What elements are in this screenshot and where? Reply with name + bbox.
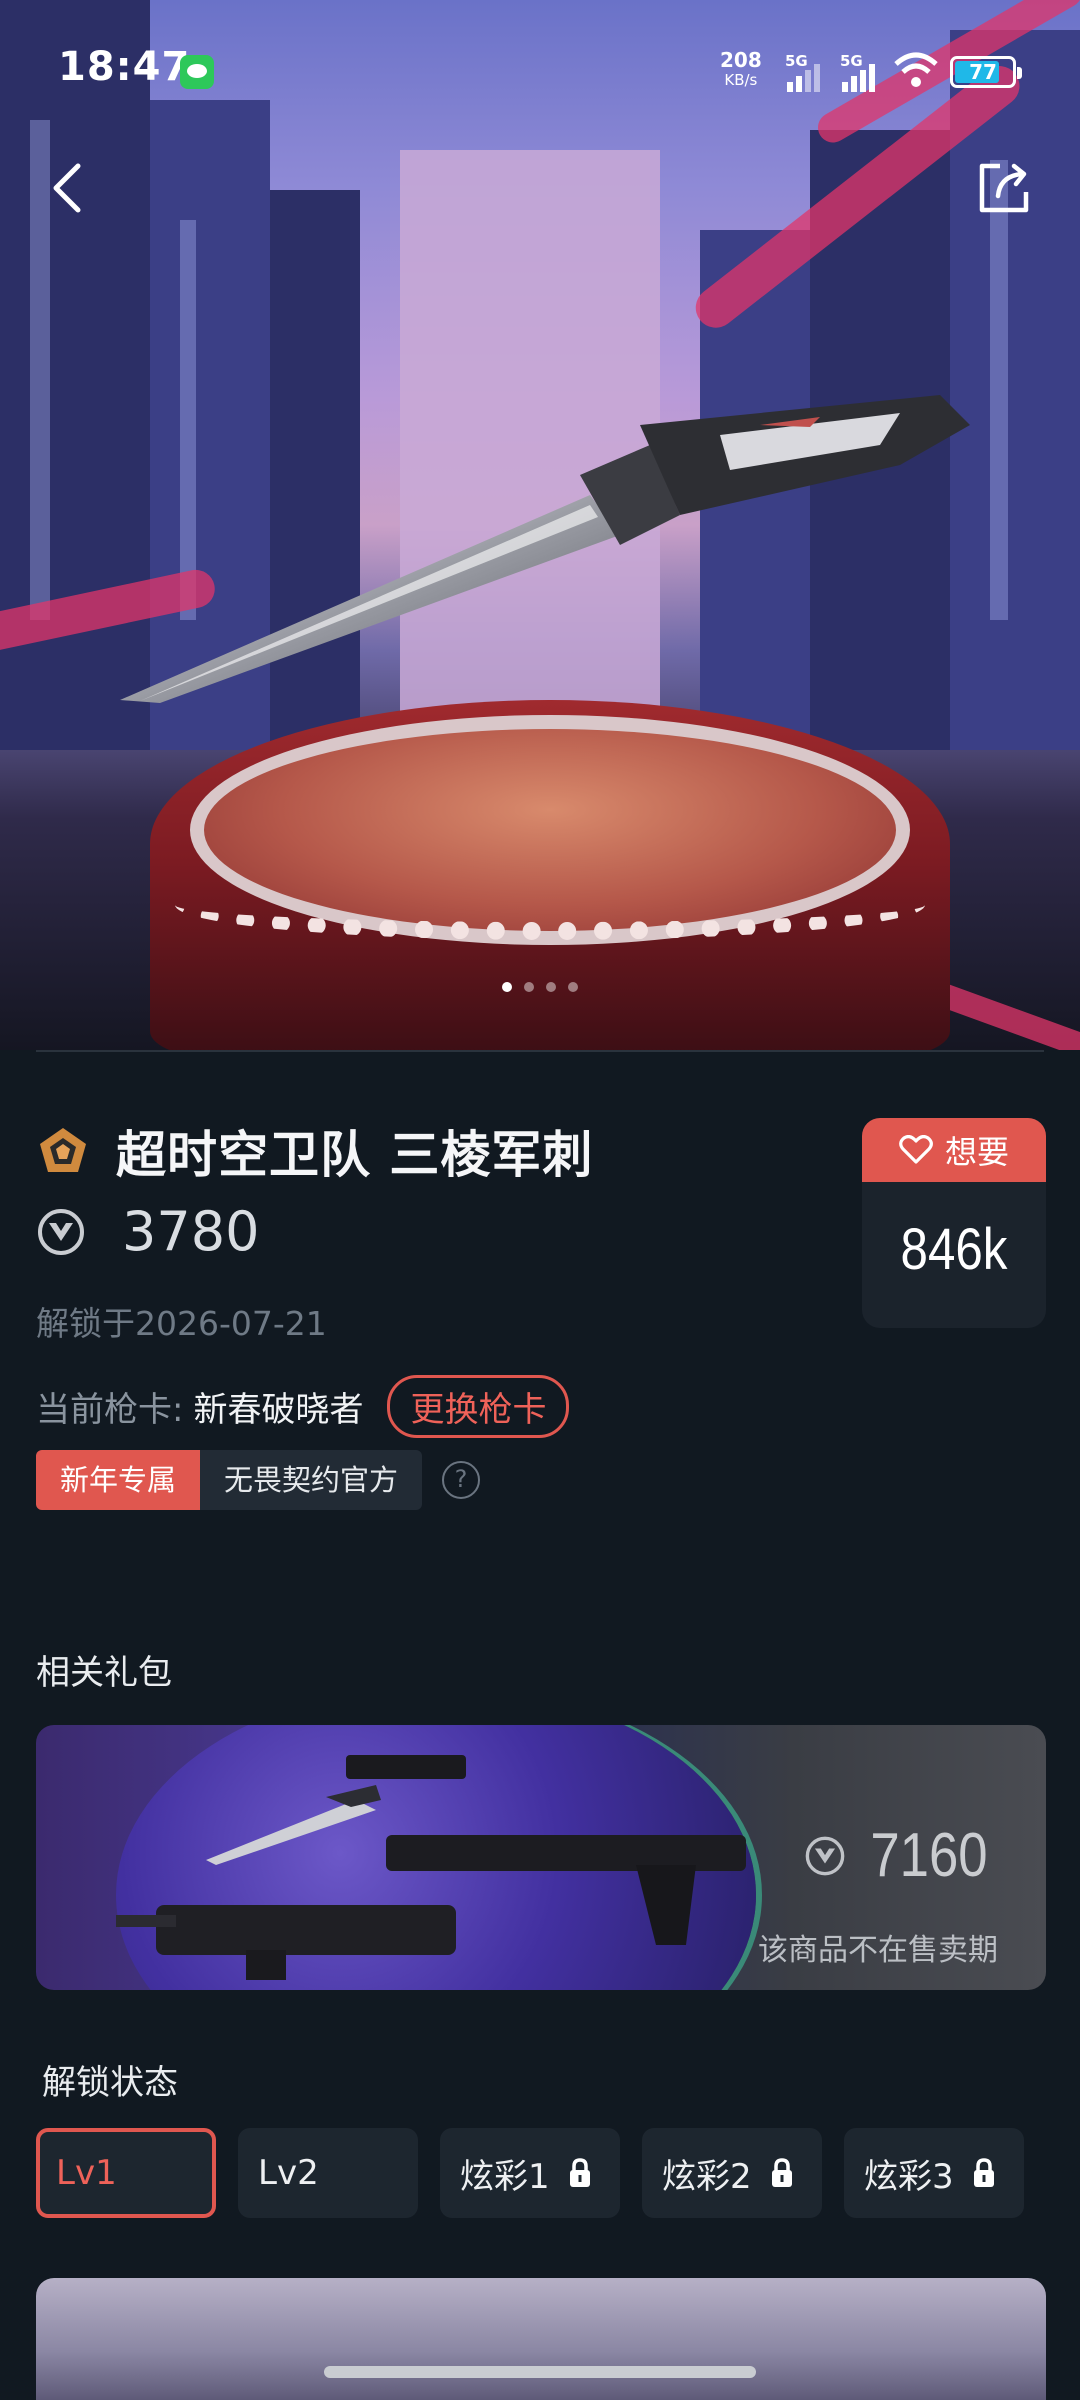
variant-preview-image bbox=[36, 2278, 1046, 2400]
want-card[interactable]: 想要 846k bbox=[862, 1118, 1046, 1328]
item-title-row: 超时空卫队 三棱军刺 bbox=[36, 1115, 593, 1187]
net-speed: 208 KB/s bbox=[720, 50, 762, 90]
carousel-dot[interactable] bbox=[502, 982, 512, 992]
home-indicator[interactable] bbox=[324, 2366, 756, 2378]
want-button[interactable]: 想要 bbox=[862, 1118, 1046, 1182]
valorant-points-icon bbox=[38, 1208, 84, 1255]
unlock-state-variant2[interactable]: 炫彩2 bbox=[642, 2128, 822, 2218]
wechat-icon bbox=[180, 55, 214, 89]
help-icon[interactable]: ? bbox=[442, 1461, 481, 1499]
unlock-state-label: 炫彩1 bbox=[460, 2156, 550, 2197]
unlock-state-label: Lv2 bbox=[258, 2153, 319, 2193]
item-name: 超时空卫队 三棱军刺 bbox=[116, 1126, 594, 1184]
carousel-dot[interactable] bbox=[524, 982, 534, 992]
sim2-label: 5G bbox=[840, 52, 863, 70]
carousel-dots bbox=[0, 982, 1080, 992]
status-bar: 18:47 208 KB/s 5G 5G 77 bbox=[0, 0, 1080, 140]
unlock-state-label: Lv1 bbox=[56, 2153, 117, 2193]
battery-percent: 77 bbox=[969, 60, 997, 84]
bundle-weapons-image bbox=[116, 1755, 746, 1980]
current-card-row: 当前枪卡: 新春破晓者 更换枪卡 bbox=[36, 1375, 570, 1438]
wifi-icon bbox=[894, 52, 938, 87]
unlock-state-variant3[interactable]: 炫彩3 bbox=[844, 2128, 1024, 2218]
bundle-section-title: 相关礼包 bbox=[36, 1653, 172, 1693]
sim1-label: 5G bbox=[785, 52, 808, 70]
carousel-dot[interactable] bbox=[546, 982, 556, 992]
hero-carousel[interactable] bbox=[0, 0, 1080, 1050]
change-card-button[interactable]: 更换枪卡 bbox=[387, 1375, 570, 1438]
want-count: 846k bbox=[900, 1217, 1008, 1282]
unlock-date: 解锁于2026-07-21 bbox=[36, 1304, 327, 1343]
item-tags: 新年专属 无畏契约官方 ? bbox=[36, 1450, 481, 1510]
current-card-label: 当前枪卡: bbox=[36, 1390, 184, 1430]
lock-icon bbox=[771, 2158, 792, 2187]
net-speed-value: 208 bbox=[720, 48, 762, 72]
unlock-state-variant1[interactable]: 炫彩1 bbox=[440, 2128, 620, 2218]
bundle-unavailable-note: 该商品不在售卖期 bbox=[758, 1933, 998, 1968]
valorant-points-icon bbox=[805, 1836, 845, 1875]
cell-signal-icon: 5G bbox=[785, 52, 831, 92]
unlock-state-lv1[interactable]: Lv1 bbox=[36, 2128, 216, 2218]
status-time: 18:47 bbox=[58, 44, 191, 90]
unlock-section-title: 解锁状态 bbox=[42, 2063, 178, 2103]
bundle-price: 7160 bbox=[804, 1820, 998, 1891]
lock-icon bbox=[569, 2158, 590, 2187]
unlock-state-label: 炫彩3 bbox=[864, 2156, 954, 2197]
unlock-state-label: 炫彩2 bbox=[662, 2156, 752, 2197]
bundle-card[interactable]: 7160 该商品不在售卖期 bbox=[36, 1725, 1046, 1990]
current-card-value: 新春破晓者 bbox=[193, 1390, 364, 1430]
heart-icon bbox=[899, 1135, 933, 1164]
share-icon[interactable] bbox=[976, 160, 1032, 216]
tag-official: 无畏契约官方 bbox=[200, 1450, 423, 1510]
want-label: 想要 bbox=[944, 1133, 1009, 1171]
bundle-price-value: 7160 bbox=[870, 1821, 988, 1890]
war-drum-studs bbox=[175, 870, 925, 940]
item-price: 3780 bbox=[122, 1200, 260, 1263]
back-icon[interactable] bbox=[42, 158, 98, 218]
item-price-row: 3780 bbox=[36, 1200, 259, 1263]
trident-knife-image bbox=[120, 395, 970, 703]
section-divider bbox=[36, 1050, 1044, 1052]
unlock-state-lv2[interactable]: Lv2 bbox=[238, 2128, 418, 2218]
carousel-dot[interactable] bbox=[568, 982, 578, 992]
net-speed-unit: KB/s bbox=[724, 71, 758, 89]
hero-window bbox=[990, 160, 1008, 620]
unlock-state-list: Lv1 Lv2 炫彩1 炫彩2 炫彩3 bbox=[36, 2128, 1024, 2218]
tag-new-year: 新年专属 bbox=[36, 1450, 201, 1510]
battery-icon: 77 bbox=[950, 56, 1022, 88]
rarity-tier-icon bbox=[40, 1128, 86, 1172]
cell-signal-icon: 5G bbox=[840, 52, 886, 92]
lock-icon bbox=[973, 2158, 994, 2187]
